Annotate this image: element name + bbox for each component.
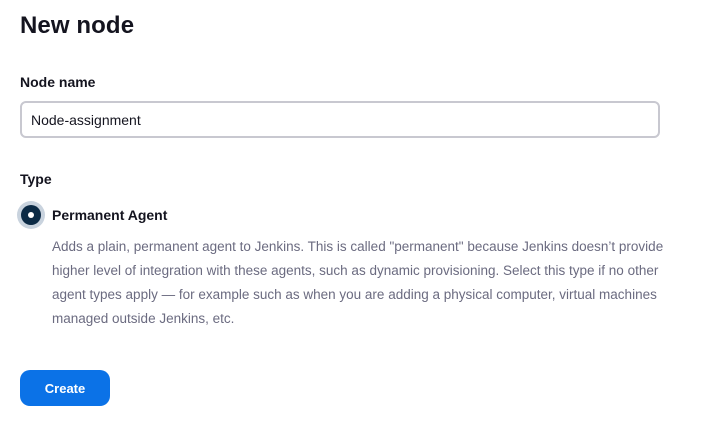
node-name-input[interactable] — [20, 101, 660, 138]
type-label: Type — [20, 171, 52, 187]
radio-dot — [28, 212, 34, 218]
permanent-agent-radio-option[interactable]: Permanent Agent — [17, 201, 167, 229]
node-name-label: Node name — [20, 74, 96, 90]
create-button[interactable]: Create — [20, 370, 110, 406]
page-title: New node — [20, 12, 135, 39]
new-node-page: New node Node name Type Permanent Agent … — [0, 0, 728, 435]
radio-fill — [21, 205, 41, 225]
radio-button-selected[interactable] — [17, 201, 45, 229]
permanent-agent-label[interactable]: Permanent Agent — [52, 206, 167, 224]
permanent-agent-description: Adds a plain, permanent agent to Jenkins… — [52, 239, 664, 326]
